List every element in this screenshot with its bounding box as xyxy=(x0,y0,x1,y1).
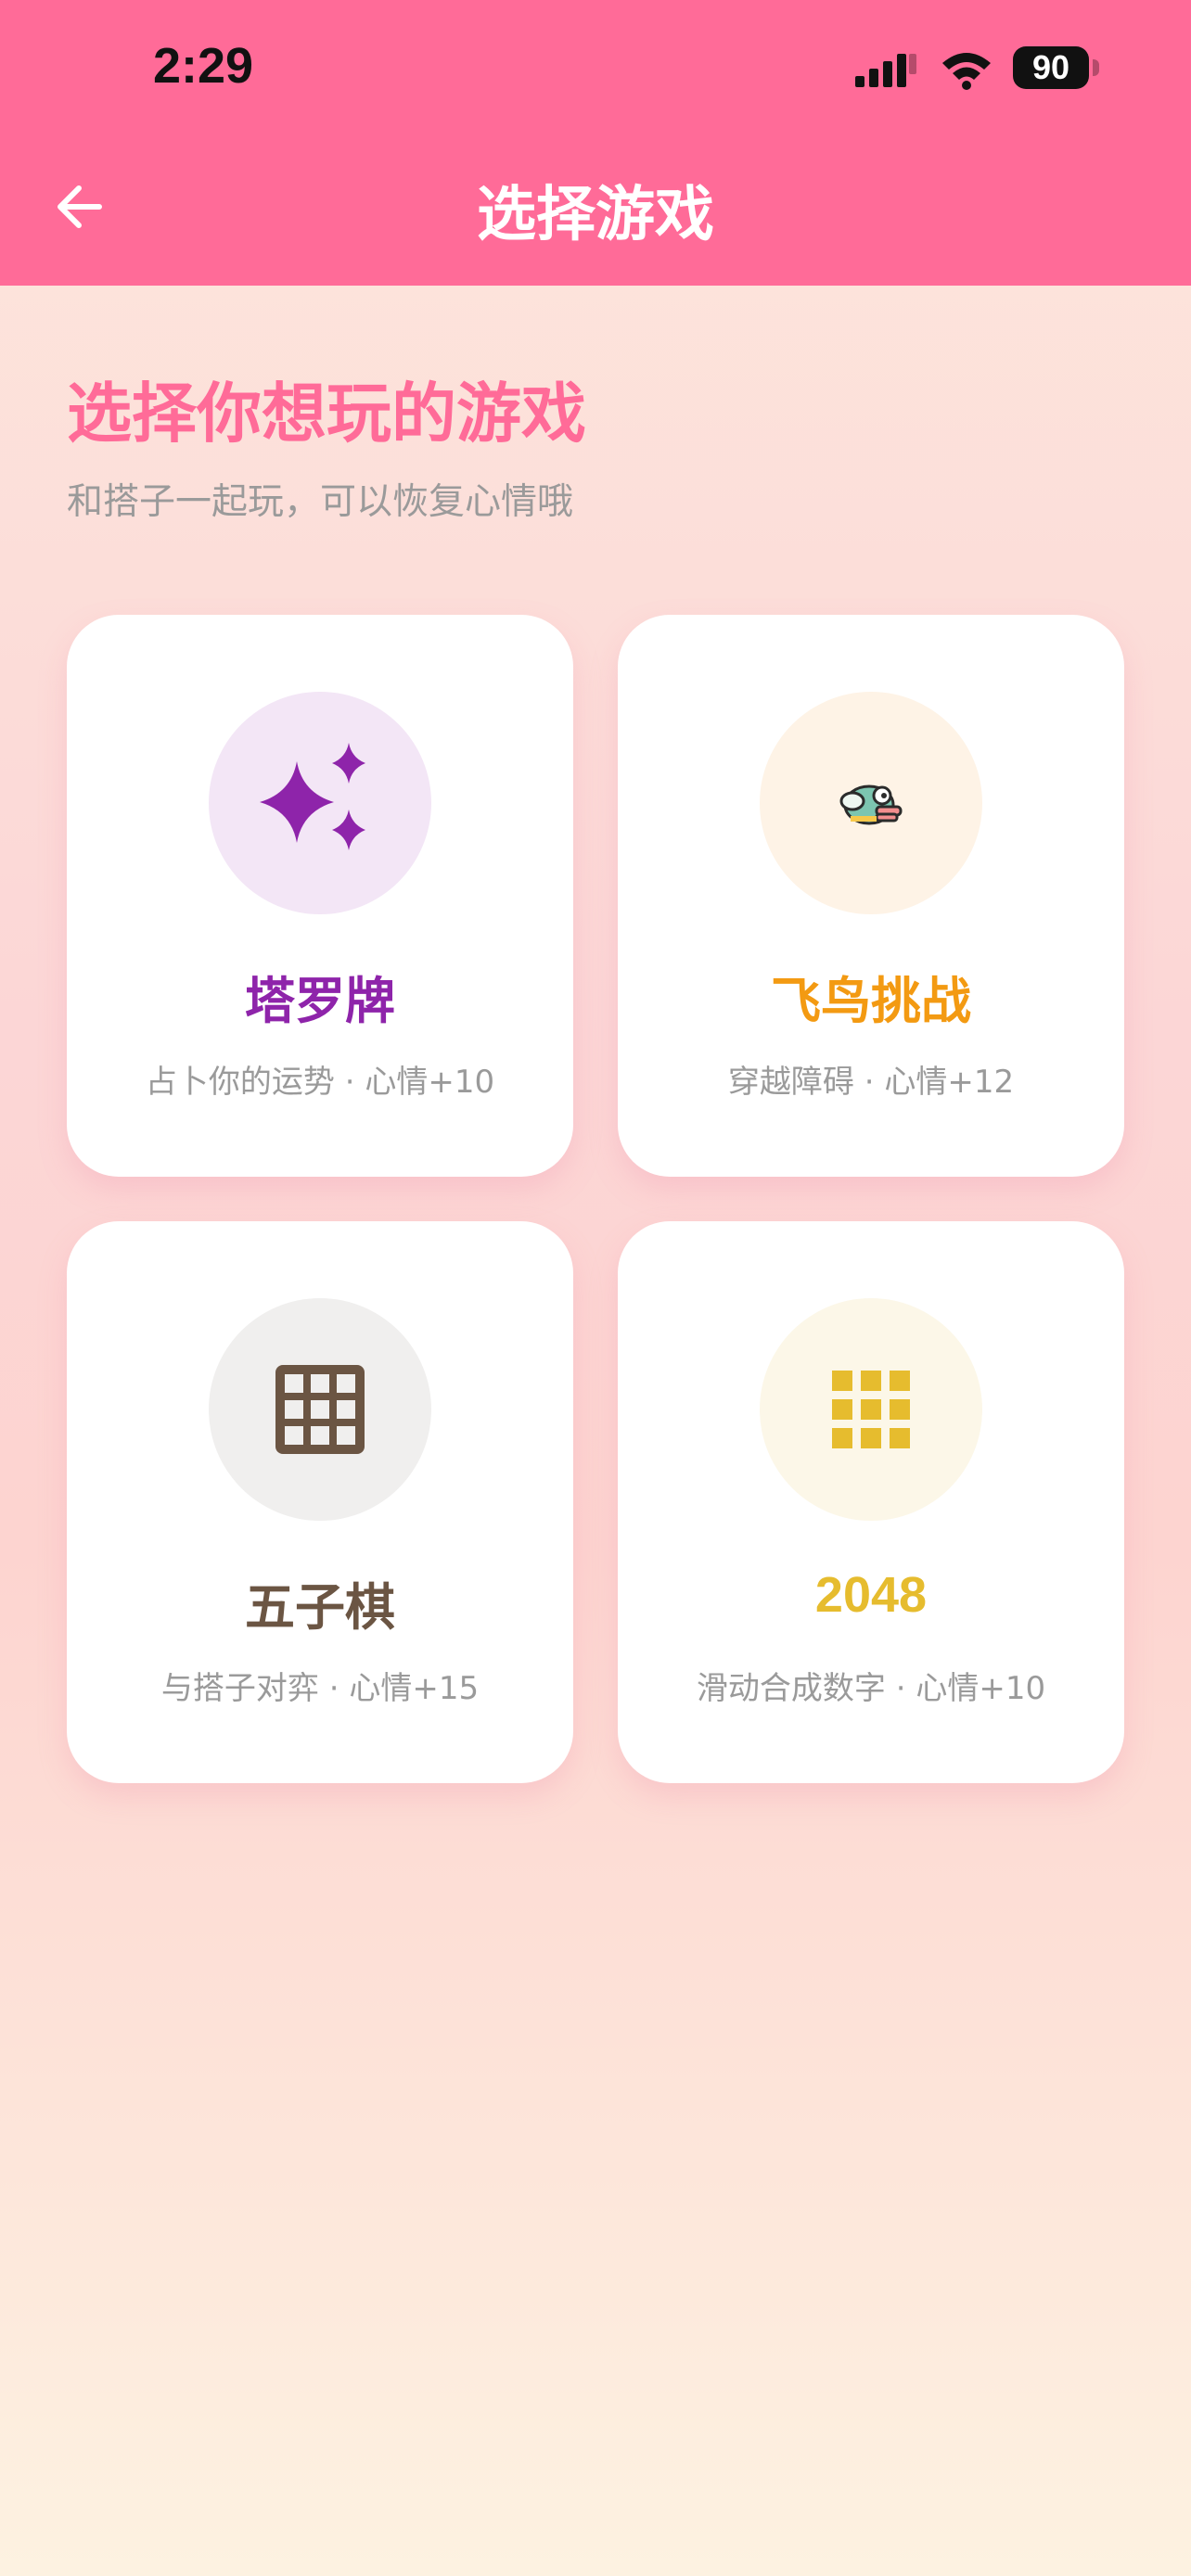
app-header: 2:29 90 选择游戏 xyxy=(0,0,1191,286)
game-card-2048[interactable]: 2048 滑动合成数字 · 心情+10 xyxy=(618,1221,1124,1783)
icon-badge xyxy=(209,692,431,914)
game-description: 穿越障碍 · 心情+12 xyxy=(727,1064,1015,1101)
game-title: 2048 xyxy=(814,1567,928,1623)
game-title: 塔罗牌 xyxy=(245,972,395,1030)
bird-icon xyxy=(839,784,903,825)
game-description: 滑动合成数字 · 心情+10 xyxy=(696,1670,1046,1707)
game-description: 与搭子对弈 · 心情+15 xyxy=(160,1670,480,1707)
game-card-tarot[interactable]: 塔罗牌 占卜你的运势 · 心情+10 xyxy=(67,615,573,1177)
icon-badge xyxy=(760,1298,982,1521)
page-title: 选择你想玩的游戏 xyxy=(67,376,586,452)
wifi-icon xyxy=(942,53,991,90)
game-card-flappy-bird[interactable]: 飞鸟挑战 穿越障碍 · 心情+12 xyxy=(618,615,1124,1177)
icon-badge xyxy=(760,692,982,914)
battery-indicator: 90 xyxy=(1013,46,1089,89)
game-title: 五子棋 xyxy=(245,1578,395,1637)
page-subtitle: 和搭子一起玩，可以恢复心情哦 xyxy=(67,481,574,523)
sparkles-icon xyxy=(260,743,365,850)
grid-icon xyxy=(275,1365,365,1454)
game-card-gomoku[interactable]: 五子棋 与搭子对弈 · 心情+15 xyxy=(67,1221,573,1783)
battery-tip xyxy=(1093,59,1099,76)
game-title: 飞鸟挑战 xyxy=(771,972,971,1030)
signal-icon xyxy=(855,54,916,87)
status-time: 2:29 xyxy=(153,38,254,94)
header-title: 选择游戏 xyxy=(477,181,714,249)
apps-grid-icon xyxy=(832,1371,910,1448)
game-description: 占卜你的运势 · 心情+10 xyxy=(145,1064,495,1101)
icon-badge xyxy=(209,1298,431,1521)
